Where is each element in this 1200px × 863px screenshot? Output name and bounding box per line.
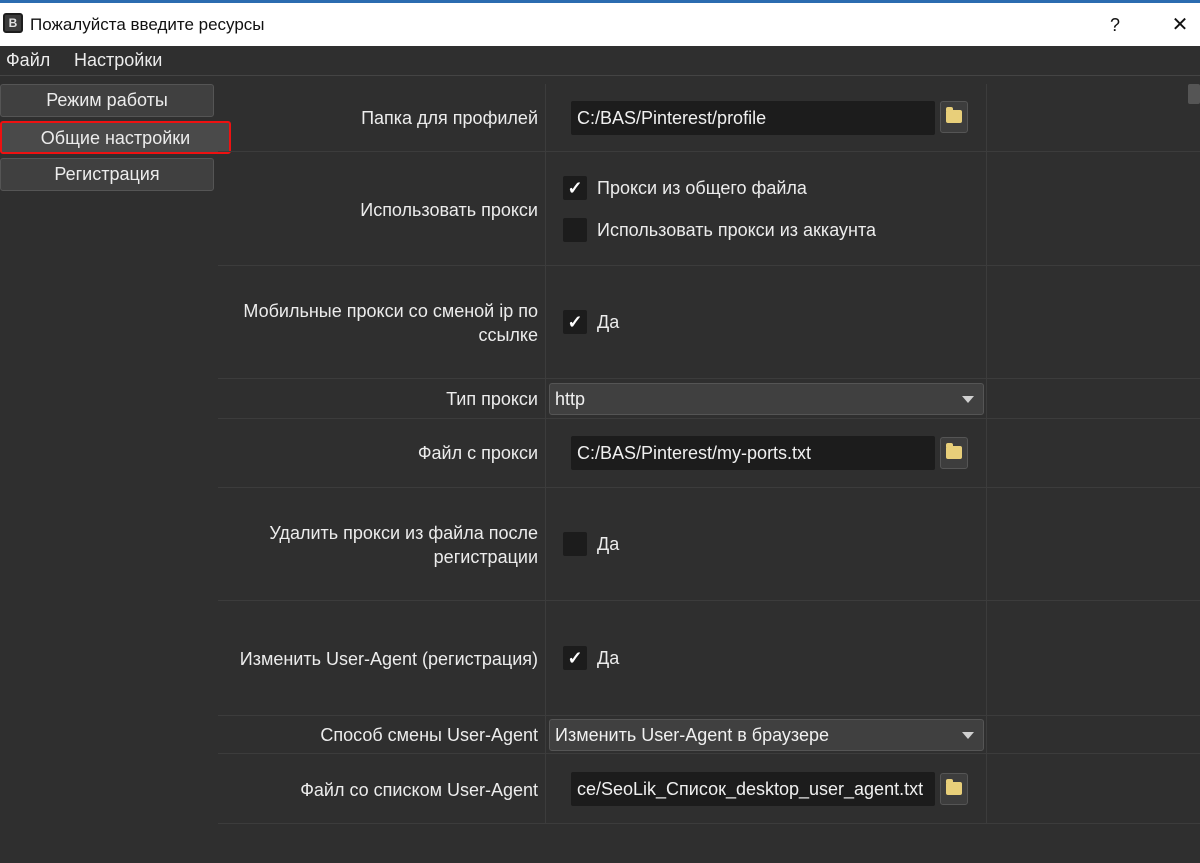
proxy-file-label: Файл с прокси bbox=[417, 443, 538, 463]
chevron-down-icon bbox=[962, 396, 974, 403]
proxy-from-account-checkbox[interactable] bbox=[563, 218, 587, 242]
proxy-file-browse-button[interactable] bbox=[940, 437, 968, 469]
mobile-proxy-label: Мобильные прокси со сменой ip по ссылке bbox=[243, 301, 538, 345]
chevron-down-icon bbox=[962, 732, 974, 739]
window-title: Пожалуйста введите ресурсы bbox=[30, 15, 265, 34]
change-ua-option-label: Да bbox=[597, 648, 620, 668]
close-button[interactable]: ✕ bbox=[1165, 11, 1195, 39]
menu-file[interactable]: Файл bbox=[6, 50, 50, 71]
check-icon: ✓ bbox=[567, 648, 583, 668]
nav-general-settings-button[interactable]: Общие настройки bbox=[0, 121, 231, 154]
proxy-common-file-checkbox[interactable]: ✓ bbox=[563, 176, 587, 200]
profiles-folder-browse-button[interactable] bbox=[940, 101, 968, 133]
ua-file-browse-button[interactable] bbox=[940, 773, 968, 805]
menu-settings[interactable]: Настройки bbox=[74, 50, 162, 71]
ua-file-input[interactable]: ce/SeoLik_Список_desktop_user_agent.txt bbox=[571, 772, 935, 806]
nav-registration-button[interactable]: Регистрация bbox=[0, 158, 214, 191]
mobile-proxy-option-label: Да bbox=[597, 312, 620, 332]
delete-proxy-option-label: Да bbox=[597, 534, 620, 554]
use-proxy-label: Использовать прокси bbox=[360, 200, 538, 220]
proxy-type-value: http bbox=[555, 389, 586, 409]
proxy-file-input[interactable]: C:/BAS/Pinterest/my-ports.txt bbox=[571, 436, 935, 470]
change-ua-checkbox[interactable]: ✓ bbox=[563, 646, 587, 670]
proxy-common-file-label: Прокси из общего файла bbox=[597, 178, 807, 198]
profiles-folder-label: Папка для профилей bbox=[361, 108, 538, 128]
delete-proxy-checkbox[interactable] bbox=[563, 532, 587, 556]
folder-icon bbox=[946, 779, 962, 795]
menu-bar: Файл Настройки bbox=[0, 46, 1200, 76]
help-button[interactable]: ? bbox=[1102, 11, 1128, 39]
folder-icon bbox=[946, 443, 962, 459]
ua-method-value: Изменить User-Agent в браузере bbox=[555, 725, 830, 745]
nav-mode-button[interactable]: Режим работы bbox=[0, 84, 214, 117]
ua-method-select[interactable]: Изменить User-Agent в браузере bbox=[549, 719, 984, 751]
check-icon: ✓ bbox=[567, 312, 583, 332]
folder-icon bbox=[946, 107, 962, 123]
ua-method-label: Способ смены User-Agent bbox=[320, 725, 538, 745]
check-icon: ✓ bbox=[567, 178, 583, 198]
proxy-from-account-label: Использовать прокси из аккаунта bbox=[597, 220, 877, 240]
scrollbar[interactable] bbox=[1188, 84, 1200, 104]
delete-proxy-label: Удалить прокси из файла после регистраци… bbox=[269, 523, 538, 567]
profiles-folder-input[interactable]: C:/BAS/Pinterest/profile bbox=[571, 101, 935, 135]
app-icon: B bbox=[3, 13, 23, 33]
proxy-type-select[interactable]: http bbox=[549, 383, 984, 415]
ua-file-label: Файл со списком User-Agent bbox=[300, 780, 538, 800]
title-bar: B Пожалуйста введите ресурсы ? ✕ bbox=[0, 0, 1200, 46]
change-ua-label: Изменить User-Agent (регистрация) bbox=[239, 649, 538, 669]
mobile-proxy-checkbox[interactable]: ✓ bbox=[563, 310, 587, 334]
proxy-type-label: Тип прокси bbox=[446, 389, 538, 409]
